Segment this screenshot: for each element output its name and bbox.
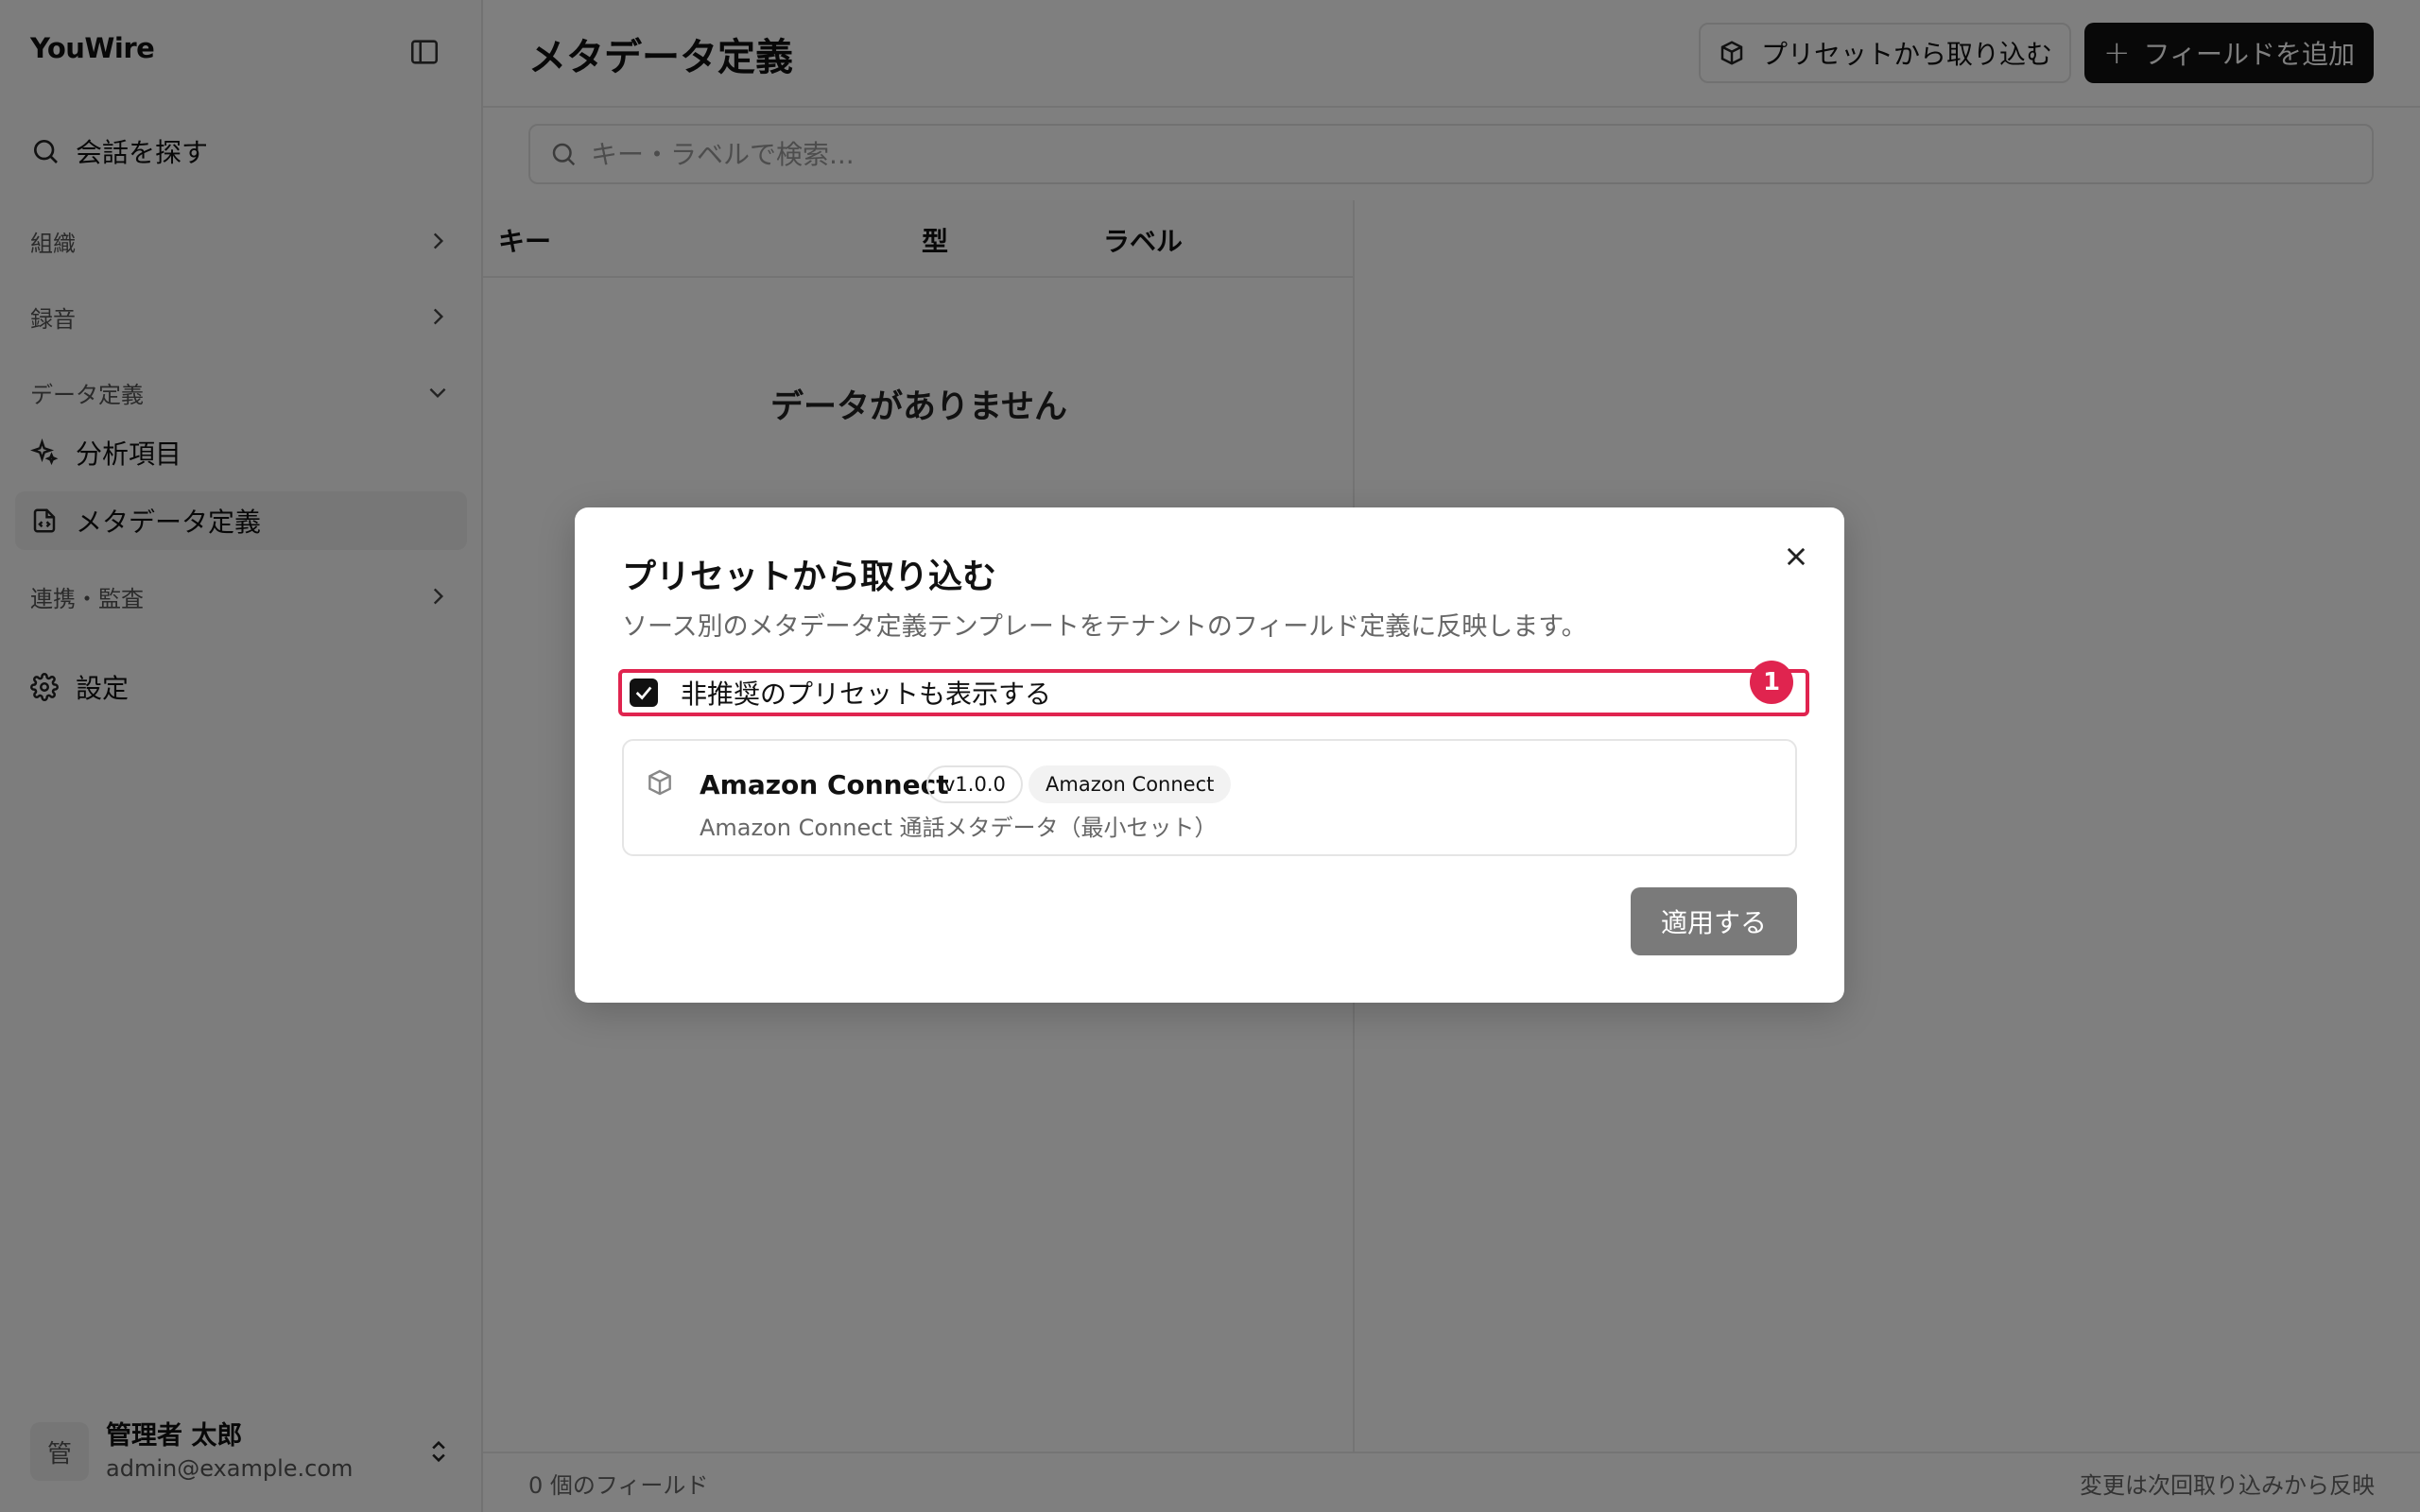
show-deprecated-label: 非推奨のプリセットも表示する <box>681 679 1052 710</box>
app-window: YouWire 会話を探す 組織 録音 データ定義 分析項目 メタデータ定義 <box>0 0 2420 1512</box>
version-badge: v1.0.0 <box>926 765 1023 803</box>
close-icon[interactable] <box>1781 541 1811 572</box>
package-icon <box>648 769 671 796</box>
preset-option-amazon-connect[interactable]: Amazon Connect v1.0.0 Amazon Connect Ama… <box>622 739 1797 856</box>
show-deprecated-checkbox[interactable] <box>630 679 658 707</box>
apply-button[interactable]: 適用する <box>1631 887 1797 955</box>
annotation-marker: 1 <box>1750 661 1793 704</box>
preset-description: Amazon Connect 通話メタデータ（最小セット） <box>700 815 1218 841</box>
dialog-title: プリセットから取り込む <box>622 558 997 596</box>
preset-name: Amazon Connect <box>700 769 949 800</box>
show-deprecated-toggle[interactable]: 非推奨のプリセットも表示する <box>618 669 1809 716</box>
dialog-description: ソース別のメタデータ定義テンプレートをテナントのフィールド定義に反映します。 <box>622 612 1587 642</box>
import-preset-dialog: プリセットから取り込む ソース別のメタデータ定義テンプレートをテナントのフィール… <box>575 507 1844 1003</box>
source-badge: Amazon Connect <box>1028 765 1232 803</box>
check-icon <box>635 686 652 700</box>
